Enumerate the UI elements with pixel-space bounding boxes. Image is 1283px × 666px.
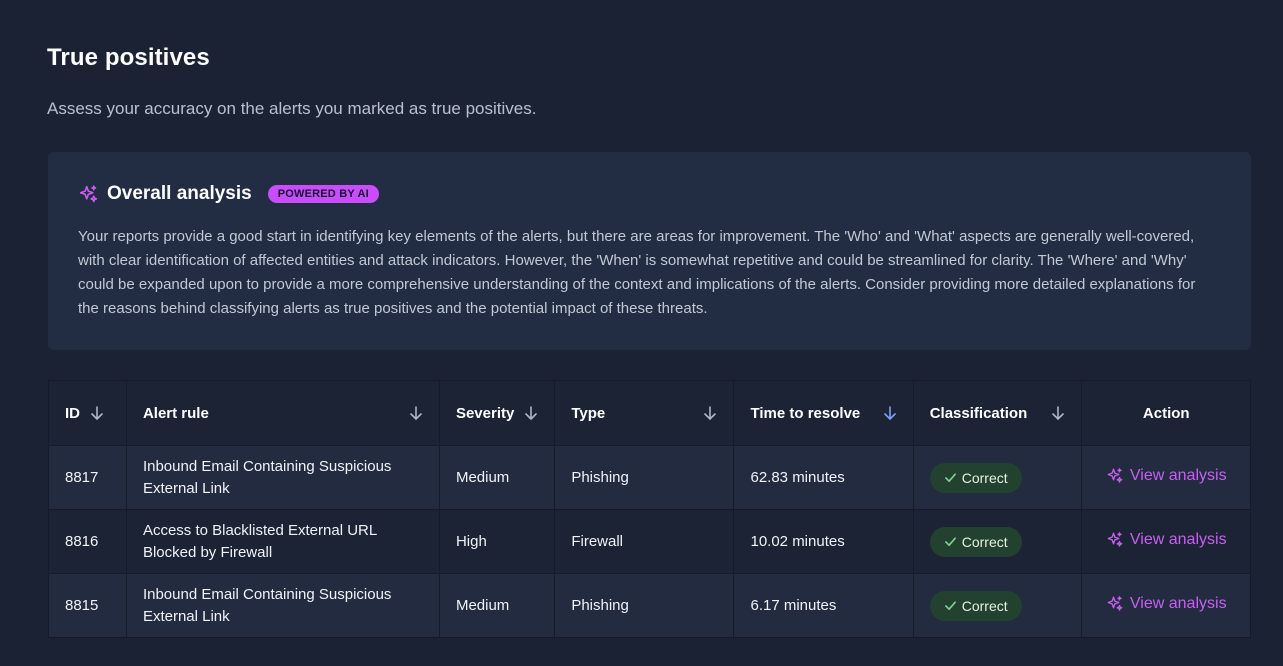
table-header-row: ID Alert rule Severity Type Time to reso… xyxy=(48,380,1251,446)
page-title: True positives xyxy=(47,44,210,71)
cell-time-to-resolve: 62.83 minutes xyxy=(733,445,914,510)
column-header-id[interactable]: ID xyxy=(48,380,127,446)
sparkle-icon xyxy=(1107,531,1123,547)
column-header-classification[interactable]: Classification xyxy=(912,380,1083,446)
cell-type: Phishing xyxy=(554,573,735,638)
check-icon xyxy=(944,601,956,611)
column-label: Type xyxy=(571,404,606,422)
column-header-severity[interactable]: Severity xyxy=(438,380,556,446)
cell-alert-rule: Access to Blacklisted External URL Block… xyxy=(125,509,440,574)
column-header-type[interactable]: Type xyxy=(554,380,735,446)
view-analysis-link[interactable]: View analysis xyxy=(1106,467,1227,485)
analysis-title: Overall analysis xyxy=(107,183,252,204)
overall-analysis-panel: Overall analysis POWERED BY AI Your repo… xyxy=(48,152,1251,350)
cell-classification: Correct xyxy=(912,573,1083,638)
analysis-text: Your reports provide a good start in ide… xyxy=(78,228,1196,317)
cell-alert-rule: Inbound Email Containing Suspicious Exte… xyxy=(125,573,440,638)
page-subtitle: Assess your accuracy on the alerts you m… xyxy=(47,99,537,118)
cell-classification: Correct xyxy=(912,445,1083,510)
view-analysis-link[interactable]: View analysis xyxy=(1106,531,1227,549)
alerts-table: ID Alert rule Severity Type Time to reso… xyxy=(48,380,1251,638)
cell-type: Phishing xyxy=(554,445,735,510)
arrow-down-icon[interactable] xyxy=(883,405,897,421)
cell-alert-rule: Inbound Email Containing Suspicious Exte… xyxy=(125,445,440,510)
correct-badge: Correct xyxy=(929,590,1022,621)
cell-action: View analysis xyxy=(1081,509,1251,574)
arrow-down-icon[interactable] xyxy=(1051,405,1065,421)
arrow-down-icon[interactable] xyxy=(524,405,538,421)
cell-severity: High xyxy=(438,509,556,574)
sparkle-icon xyxy=(79,184,98,202)
cell-id: 8815 xyxy=(48,573,127,638)
arrow-down-icon[interactable] xyxy=(90,405,104,421)
correct-badge-label: Correct xyxy=(961,533,1008,550)
correct-badge: Correct xyxy=(929,462,1022,493)
column-header-alert-rule[interactable]: Alert rule xyxy=(125,380,440,446)
column-header-action: Action xyxy=(1081,380,1251,446)
cell-type: Firewall xyxy=(554,509,735,574)
view-analysis-label: View analysis xyxy=(1129,466,1227,484)
cell-id: 8816 xyxy=(48,509,127,574)
column-label: Alert rule xyxy=(142,404,209,422)
correct-badge-label: Correct xyxy=(961,597,1008,614)
arrow-down-icon[interactable] xyxy=(409,405,423,421)
column-label: ID xyxy=(65,404,80,422)
check-icon xyxy=(944,473,956,483)
table-row: 8815 Inbound Email Containing Suspicious… xyxy=(48,573,1251,638)
cell-action: View analysis xyxy=(1081,445,1251,510)
true-positives-page: True positives Assess your accuracy on t… xyxy=(0,0,1283,666)
cell-severity: Medium xyxy=(438,573,556,638)
cell-time-to-resolve: 10.02 minutes xyxy=(733,509,914,574)
column-label: Severity xyxy=(455,404,515,422)
column-label: Time to resolve xyxy=(750,404,861,422)
cell-action: View analysis xyxy=(1081,573,1251,638)
cell-time-to-resolve: 6.17 minutes xyxy=(733,573,914,638)
column-header-time-to-resolve[interactable]: Time to resolve xyxy=(733,380,914,446)
column-label: Classification xyxy=(929,404,1028,422)
table-row: 8816 Access to Blacklisted External URL … xyxy=(48,509,1251,574)
view-analysis-label: View analysis xyxy=(1129,530,1227,548)
powered-by-ai-badge: POWERED BY AI xyxy=(267,185,379,203)
sparkle-icon xyxy=(1107,467,1123,483)
correct-badge: Correct xyxy=(929,526,1022,557)
cell-id: 8817 xyxy=(48,445,127,510)
view-analysis-link[interactable]: View analysis xyxy=(1106,595,1227,613)
view-analysis-label: View analysis xyxy=(1129,594,1227,612)
correct-badge-label: Correct xyxy=(961,469,1008,486)
cell-severity: Medium xyxy=(438,445,556,510)
sparkle-icon xyxy=(1107,595,1123,611)
arrow-down-icon[interactable] xyxy=(703,405,717,421)
check-icon xyxy=(944,537,956,547)
analysis-header: Overall analysis POWERED BY AI xyxy=(78,183,1221,205)
cell-classification: Correct xyxy=(912,509,1083,574)
table-row: 8817 Inbound Email Containing Suspicious… xyxy=(48,445,1251,510)
